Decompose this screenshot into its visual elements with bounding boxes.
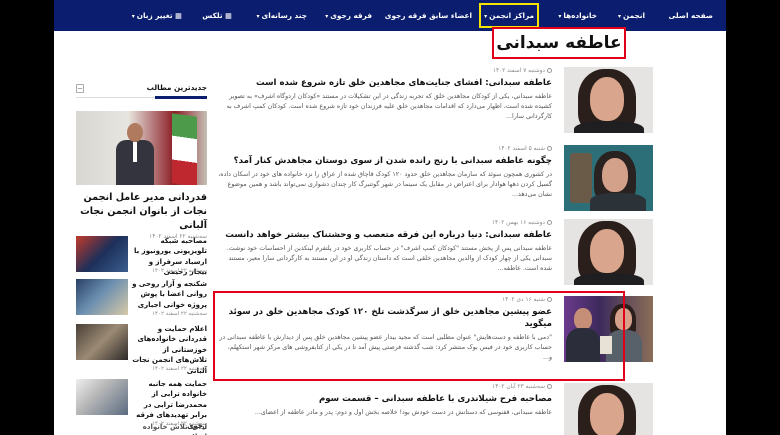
article-thumbnail[interactable] [564,145,653,211]
document-icon[interactable] [76,84,84,93]
nav-label: تغییر زبان [136,11,173,20]
nav-item-home[interactable]: صفحه اصلی [669,0,713,31]
sidebar-list-item[interactable]: اعلام حمایت و قدردانی خانواده‌های خوزستا… [76,324,207,375]
article-date: شنبه ۵ اسفند ۱۴۰۲ [217,145,552,153]
article-title[interactable]: عاطفه سبدانی: دنیا درباره این فرقه متعصب… [217,229,552,241]
nav-label: چند رسانه‌ای [261,11,307,20]
nav-label: تلکس [202,11,223,20]
chevron-down-icon: ▾ [484,13,488,20]
language-icon: ▦ [172,11,182,20]
article-text: شنبه ۵ اسفند ۱۴۰۲ چگونه عاطفه سبدانی با … [217,145,552,200]
chevron-down-icon: ▾ [325,13,329,20]
portrait-image [564,219,653,285]
portrait-image [564,145,653,211]
sidebar-item-title[interactable]: ادامه تلاش خانواده اسلامی... [130,422,207,435]
article-text: سه‌شنبه ۲۳ آبان ۱۴۰۲ مصاحبه فرح شیلاندری… [217,383,552,418]
sidebar-list-item[interactable]: حمایت همه جانبه خانواده ترابی از محمدرضا… [76,379,207,430]
nav-label: اعضاء سابق فرقه رجوی [384,11,472,20]
chevron-down-icon: ▾ [256,13,260,20]
highlight-annotation-box [213,291,625,381]
nav-label: مراکز انجمن [489,11,534,20]
article-title[interactable]: عاطفه سبدانی: افشای جنایت‌های مجاهدین خل… [217,77,552,89]
article-thumbnail[interactable] [564,219,653,285]
sidebar-list-item[interactable]: ادامه تلاش خانواده اسلامی... [76,422,207,435]
sidebar-item-date: سه‌شنبه ۲۲ اسفند ۱۴۰۲ [152,311,207,317]
article-title[interactable]: چگونه عاطفه سبدانی با رنج رانده شدن از س… [217,155,552,167]
feature-title[interactable]: قدردانی مدیر عامل انجمن نجات از بانوان ا… [76,191,207,233]
clock-icon [547,220,552,225]
nav-label: انجمن [623,11,645,20]
article-item[interactable]: دوشنبه ۱۶ بهمن ۱۴۰۲ عاطفه سبدانی: دنیا د… [217,219,653,291]
sidebar-heading: جدیدترین مطالب [146,83,207,92]
heading-underline [155,96,207,99]
article-excerpt: در کشوری همچون سوئد که سازمان مجاهدین خل… [218,171,552,198]
article-date: دوشنبه ۷ اسفند ۱۴۰۲ [217,67,552,75]
nav-item-multimedia[interactable]: چند رسانه‌ای▾ [257,0,307,31]
article-excerpt: عاطفه سبدانی پس از پخش مستند "کودکان کمپ… [226,245,552,272]
date-text: سه‌شنبه ۲۳ آبان ۱۴۰۲ [492,384,545,390]
feature-image[interactable] [76,111,207,185]
date-text: دوشنبه ۷ اسفند ۱۴۰۲ [492,68,545,74]
speaker-figure [116,123,154,185]
clock-icon [547,68,552,73]
nav-item-centers[interactable]: مراکز انجمن▾ [479,3,539,28]
latest-posts-sidebar: جدیدترین مطالب قدردانی مدیر عامل انجمن ن… [76,80,207,435]
portrait-image [564,383,653,435]
clock-icon [547,146,552,151]
sidebar-item-date: سه‌شنبه ۲۲ اسفند ۱۴۰۲ [152,268,207,274]
flag-image [172,113,197,185]
nav-item-change-language[interactable]: ▦ تغییر زبان▾ [132,0,182,31]
article-title[interactable]: مصاحبه فرح شیلاندری با عاطفه سبدانی – قس… [217,393,552,405]
chevron-down-icon: ▾ [558,13,562,20]
sidebar-list-item[interactable]: مصاحبه شبکه تلویزیونی یورونیوز با ارسباد… [76,236,207,276]
thumbnail-image[interactable] [76,236,128,272]
article-excerpt: عاطفه سبدانی، قفنوسی که دستانش در دست خو… [254,409,552,416]
sidebar-item-title[interactable]: شکنجه و آزار روحی و روانی اعضا با پوش پر… [130,279,207,310]
chevron-down-icon: ▾ [618,13,622,20]
article-text: دوشنبه ۱۶ بهمن ۱۴۰۲ عاطفه سبدانی: دنیا د… [217,219,552,274]
date-text: دوشنبه ۱۶ بهمن ۱۴۰۲ [491,220,545,226]
telex-icon: ▦ [222,11,232,20]
article-thumbnail[interactable] [564,67,653,133]
clock-icon [547,384,552,389]
nav-item-former-members[interactable]: اعضاء سابق فرقه رجوی [385,0,472,31]
sidebar-list-item[interactable]: شکنجه و آزار روحی و روانی اعضا با پوش پر… [76,279,207,319]
article-date: سه‌شنبه ۲۳ آبان ۱۴۰۲ [217,383,552,391]
article-item[interactable]: سه‌شنبه ۲۳ آبان ۱۴۰۲ مصاحبه فرح شیلاندری… [217,383,653,435]
page-title: عاطفه سبدانی [492,27,626,59]
thumbnail-image[interactable] [76,324,128,360]
nav-label: فرقه رجوی [330,11,372,20]
article-date: دوشنبه ۱۶ بهمن ۱۴۰۲ [217,219,552,227]
thumbnail-image[interactable] [76,279,128,315]
article-item[interactable]: دوشنبه ۷ اسفند ۱۴۰۲ عاطفه سبدانی: افشای … [217,67,653,139]
article-item[interactable]: شنبه ۵ اسفند ۱۴۰۲ چگونه عاطفه سبدانی با … [217,145,653,217]
article-text: دوشنبه ۷ اسفند ۱۴۰۲ عاطفه سبدانی: افشای … [217,67,552,122]
date-text: شنبه ۵ اسفند ۱۴۰۲ [498,146,545,152]
nav-label: صفحه اصلی [668,11,713,20]
nav-label: خانواده‌ها [563,11,597,20]
thumbnail-image[interactable] [76,379,128,415]
sidebar-header: جدیدترین مطالب [76,80,207,99]
page: صفحه اصلی انجمن▾ خانواده‌ها▾ مراکز انجمن… [54,0,726,435]
portrait-image [564,67,653,133]
nav-item-rajavi-cult[interactable]: فرقه رجوی▾ [325,0,372,31]
chevron-down-icon: ▾ [131,13,135,20]
article-thumbnail[interactable] [564,383,653,435]
nav-item-telex[interactable]: ▦ تلکس [202,0,232,31]
sidebar-item-date: سه‌شنبه ۲۲ اسفند ۱۴۰۲ [152,366,207,372]
article-excerpt: عاطفه سبدانی، یکی از کودکان مجاهدین خلق … [226,93,552,120]
